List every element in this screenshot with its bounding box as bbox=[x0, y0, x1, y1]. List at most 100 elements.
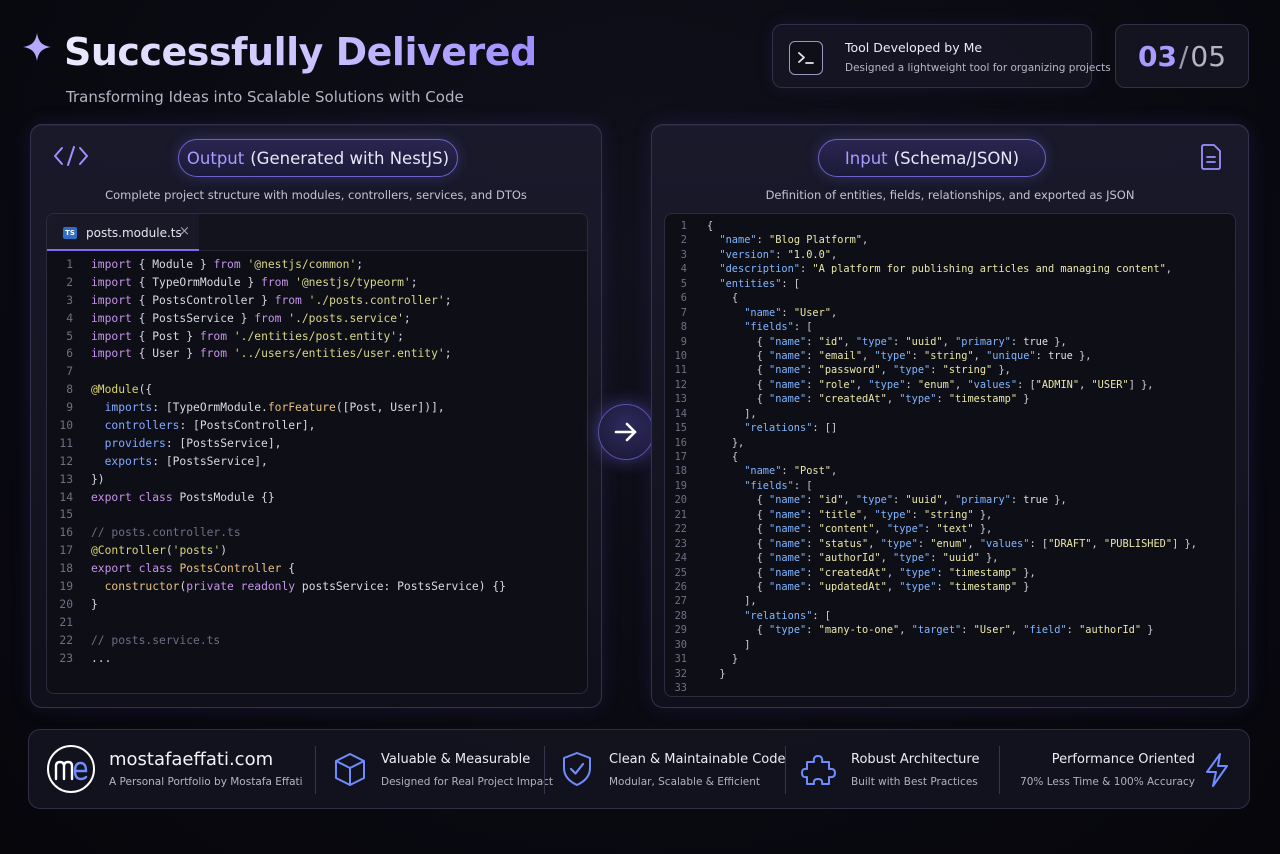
code-line: 24 { "name": "authorId", "type": "uuid" … bbox=[665, 551, 1197, 565]
line-number: 3 bbox=[66, 293, 73, 307]
line-number: 14 bbox=[59, 490, 73, 504]
code-line: 18 "name": "Post", bbox=[665, 464, 1197, 478]
code-line: 17 { bbox=[665, 450, 1197, 464]
line-number: 9 bbox=[66, 401, 73, 415]
line-content: { "name": "role", "type": "enum", "value… bbox=[756, 378, 1154, 391]
code-line: 33 bbox=[665, 681, 1197, 695]
code-line: 5 import { Post } from './entities/post.e… bbox=[47, 328, 506, 346]
line-number: 10 bbox=[59, 419, 73, 433]
line-content: constructor(private readonly postsServic… bbox=[104, 580, 506, 594]
json-content: 1{2 "name": "Blog Platform", 3 "version":… bbox=[665, 219, 1197, 695]
line-content: { "name": "id", "type": "uuid", "primary… bbox=[756, 335, 1067, 348]
tab-posts-module[interactable]: TS posts.module.ts × bbox=[47, 214, 199, 251]
line-number: 31 bbox=[674, 653, 687, 666]
code-line: 16 }, bbox=[665, 436, 1197, 450]
line-content: export class PostsModule {} bbox=[91, 490, 275, 504]
line-content: import { User } from '../users/entities/… bbox=[91, 347, 452, 361]
line-number: 19 bbox=[674, 479, 687, 492]
line-content: @Controller('posts') bbox=[91, 544, 228, 558]
line-number: 17 bbox=[674, 451, 687, 463]
line-number: 16 bbox=[59, 526, 73, 540]
line-content: { "name": "authorId", "type": "uuid" }, bbox=[756, 552, 999, 565]
code-line: 12 { "name": "role", "type": "enum", "va… bbox=[665, 378, 1197, 392]
line-number: 4 bbox=[66, 311, 73, 325]
shield-check-icon bbox=[563, 752, 591, 786]
feature-desc: 70% Less Time & 100% Accuracy bbox=[1020, 776, 1195, 788]
output-pill-highlight: Output bbox=[186, 148, 245, 168]
line-content: import { PostsController } from './posts… bbox=[91, 293, 452, 307]
code-brackets-icon bbox=[54, 146, 88, 166]
code-line: 4 import { PostsService } from './posts.s… bbox=[47, 310, 506, 328]
line-number: 9 bbox=[680, 335, 687, 348]
line-number: 27 bbox=[674, 595, 687, 608]
brand-logo-icon bbox=[47, 745, 95, 793]
line-content: { bbox=[731, 451, 739, 463]
line-number: 20 bbox=[59, 597, 73, 611]
input-pill-highlight: Input bbox=[844, 148, 888, 168]
feature-clean-code: Clean & Maintainable Code Modular, Scala… bbox=[561, 752, 791, 792]
close-icon[interactable]: × bbox=[179, 224, 190, 239]
line-number: 6 bbox=[66, 347, 73, 361]
code-line: 9 imports: [TypeOrmModule.forFeature([Po… bbox=[47, 399, 506, 417]
line-number: 21 bbox=[59, 615, 73, 629]
line-content: { "name": "password", "type": "string" }… bbox=[756, 364, 1011, 377]
code-line: 2 "name": "Blog Platform", bbox=[665, 233, 1197, 247]
line-number: 18 bbox=[59, 562, 73, 576]
output-pill-rest: (Generated with NestJS) bbox=[250, 148, 450, 168]
line-number: 22 bbox=[59, 633, 73, 647]
line-number: 8 bbox=[680, 321, 687, 334]
arrow-right-button[interactable] bbox=[598, 404, 654, 460]
line-content: ... bbox=[91, 651, 112, 665]
line-content: "entities": [ bbox=[719, 277, 801, 290]
arrow-right-icon bbox=[614, 422, 637, 442]
line-number: 8 bbox=[66, 383, 73, 397]
brand-site[interactable]: mostafaeffati.com bbox=[109, 749, 273, 770]
line-content bbox=[73, 363, 91, 381]
input-pill: Input (Schema/JSON) bbox=[818, 139, 1046, 177]
code-line: 18 export class PostsController { bbox=[47, 560, 506, 578]
line-content: exports: [PostsService], bbox=[104, 454, 268, 468]
output-panel: Output (Generated with NestJS) Complete … bbox=[30, 124, 602, 708]
line-content: { "name": "status", "type": "enum", "val… bbox=[756, 537, 1197, 550]
line-number: 33 bbox=[674, 682, 687, 694]
code-line: 16 // posts.controller.ts bbox=[47, 524, 506, 542]
line-content: }) bbox=[91, 472, 105, 486]
divider bbox=[999, 746, 1000, 794]
code-line: 29 { "type": "many-to-one", "target": "U… bbox=[665, 623, 1197, 637]
line-number: 11 bbox=[59, 436, 73, 450]
line-content: "relations": [ bbox=[744, 609, 832, 622]
line-content: providers: [PostsService], bbox=[104, 436, 282, 450]
line-number: 32 bbox=[674, 667, 687, 680]
line-content: { "name": "content", "type": "text" }, bbox=[756, 523, 993, 536]
editor-tab-bar: TS posts.module.ts × bbox=[47, 214, 587, 251]
line-number: 1 bbox=[680, 220, 687, 232]
code-line: 11 providers: [PostsService], bbox=[47, 435, 506, 453]
code-line: 26 { "name": "updatedAt", "type": "times… bbox=[665, 580, 1197, 594]
code-line: 15 bbox=[47, 506, 506, 524]
page-subtitle: Transforming Ideas into Scalable Solutio… bbox=[66, 88, 464, 106]
line-number: 30 bbox=[674, 638, 687, 651]
line-content: import { Module } from '@nestjs/common'; bbox=[91, 258, 364, 271]
line-content: { bbox=[707, 220, 714, 232]
json-editor: 1{2 "name": "Blog Platform", 3 "version":… bbox=[664, 213, 1236, 697]
line-content: { "name": "createdAt", "type": "timestam… bbox=[756, 393, 1030, 406]
page-title: Successfully Delivered bbox=[64, 30, 537, 74]
code-line: 20} bbox=[47, 596, 506, 614]
code-line: 28 "relations": [ bbox=[665, 609, 1197, 623]
line-number: 2 bbox=[680, 234, 687, 247]
cube-icon bbox=[335, 753, 365, 786]
feature-title: Performance Oriented bbox=[1051, 752, 1195, 767]
line-content: } bbox=[719, 667, 726, 680]
line-number: 3 bbox=[680, 248, 687, 261]
feature-desc: Built with Best Practices bbox=[851, 776, 978, 788]
code-line: 25 { "name": "createdAt", "type": "times… bbox=[665, 566, 1197, 580]
line-content: } bbox=[91, 597, 98, 611]
line-number: 21 bbox=[674, 508, 687, 521]
code-line: 1{ bbox=[665, 219, 1197, 233]
line-number: 6 bbox=[680, 292, 687, 305]
feature-valuable: Valuable & Measurable Designed for Real … bbox=[333, 752, 553, 792]
line-content: import { TypeOrmModule } from '@nestjs/t… bbox=[91, 275, 418, 289]
line-content: @Module({ bbox=[91, 383, 153, 397]
tool-card: Tool Developed by Me Designed a lightwei… bbox=[772, 24, 1111, 88]
line-number: 2 bbox=[66, 275, 73, 289]
